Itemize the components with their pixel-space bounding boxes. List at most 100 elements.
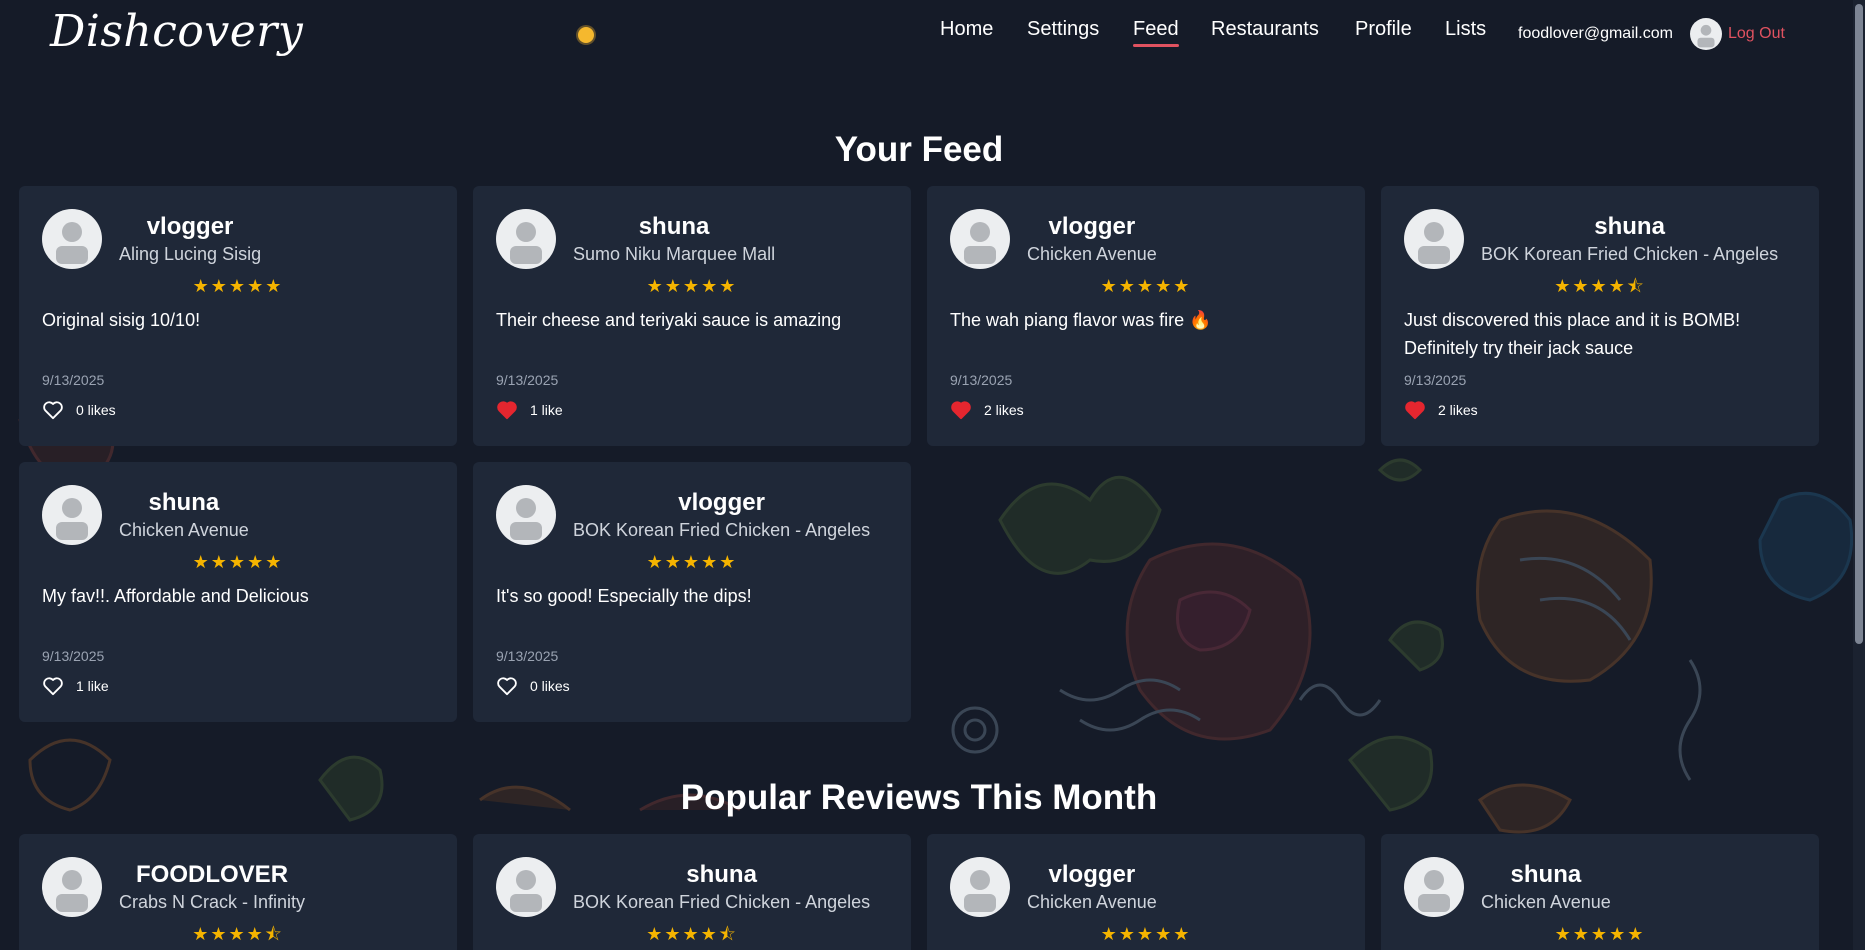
like-count: 0 likes [76, 402, 116, 418]
avatar-icon [510, 498, 542, 540]
restaurant-name[interactable]: BOK Korean Fried Chicken - Angeles [573, 518, 870, 542]
reviewer-name[interactable]: vlogger [1027, 860, 1157, 890]
like-button[interactable] [42, 676, 64, 696]
logout-link[interactable]: Log Out [1728, 25, 1785, 43]
reviewer-name[interactable]: vlogger [1027, 212, 1157, 242]
page-scrollbar[interactable] [1853, 0, 1865, 950]
review-card[interactable]: shuna Chicken Avenue ★★★★★ My fav!!. Afford… [19, 462, 457, 722]
like-button[interactable] [1404, 400, 1426, 420]
reviewer-avatar[interactable] [496, 485, 556, 545]
restaurant-name[interactable]: BOK Korean Fried Chicken - Angeles [573, 890, 870, 914]
feed-title: Your Feed [834, 130, 1004, 169]
like-button[interactable] [496, 400, 518, 420]
reviewer-name[interactable]: FOODLOVER [119, 860, 305, 890]
restaurant-name[interactable]: Crabs N Crack - Infinity [119, 890, 305, 914]
card-header: vlogger BOK Korean Fried Chicken - Angele… [573, 488, 870, 542]
avatar-icon [1418, 870, 1450, 912]
restaurant-name[interactable]: BOK Korean Fried Chicken - Angeles [1481, 242, 1778, 266]
like-row: 1 like [496, 400, 563, 420]
heart-filled-icon [497, 401, 517, 420]
star-rating: ★★★★★ [1100, 924, 1192, 944]
review-card[interactable]: vlogger Chicken Avenue ★★★★★ [927, 834, 1365, 950]
nav-lists[interactable]: Lists [1445, 18, 1486, 41]
star-rating: ★★★★★ [192, 552, 284, 572]
avatar-icon [510, 870, 542, 912]
review-card[interactable]: vlogger Chicken Avenue ★★★★★ The wah piang … [927, 186, 1365, 446]
reviewer-avatar[interactable] [950, 857, 1010, 917]
reviewer-avatar[interactable] [42, 485, 102, 545]
reviewer-avatar[interactable] [1404, 857, 1464, 917]
nav-settings[interactable]: Settings [1027, 18, 1099, 41]
restaurant-name[interactable]: Chicken Avenue [1481, 890, 1611, 914]
review-card[interactable]: vlogger BOK Korean Fried Chicken - Angele… [473, 462, 911, 722]
review-card[interactable]: shuna BOK Korean Fried Chicken - Angeles ★… [1381, 186, 1819, 446]
reviewer-avatar[interactable] [1404, 209, 1464, 269]
popular-title: Popular Reviews This Month [680, 778, 1158, 817]
star-rating: ★★★★⯪ [192, 924, 284, 944]
sun-icon[interactable] [578, 27, 594, 43]
reviewer-name[interactable]: vlogger [119, 212, 261, 242]
reviewer-avatar[interactable] [496, 857, 556, 917]
like-row: 2 likes [1404, 400, 1478, 420]
app-logo[interactable]: Dishcovery [50, 6, 303, 57]
review-card[interactable]: shuna BOK Korean Fried Chicken - Angeles ★… [473, 834, 911, 950]
review-date: 9/13/2025 [1404, 372, 1467, 388]
review-date: 9/13/2025 [496, 648, 559, 664]
reviewer-name[interactable]: shuna [119, 488, 249, 518]
star-rating: ★★★★★ [192, 276, 284, 296]
top-navbar: Dishcovery Home Settings Feed Restaurant… [0, 0, 1865, 72]
reviewer-avatar[interactable] [42, 857, 102, 917]
card-header: shuna Chicken Avenue [1481, 860, 1611, 914]
avatar-icon [1697, 24, 1715, 48]
reviewer-name[interactable]: shuna [573, 212, 775, 242]
reviewer-avatar[interactable] [496, 209, 556, 269]
heart-outline-icon [43, 677, 63, 696]
avatar-icon [56, 222, 88, 264]
review-card[interactable]: vlogger Aling Lucing Sisig ★★★★★ Original s… [19, 186, 457, 446]
like-row: 0 likes [42, 400, 116, 420]
card-header: shuna Sumo Niku Marquee Mall [573, 212, 775, 266]
review-card[interactable]: shuna Chicken Avenue ★★★★★ [1381, 834, 1819, 950]
like-row: 1 like [42, 676, 109, 696]
restaurant-name[interactable]: Chicken Avenue [1027, 242, 1157, 266]
reviewer-name[interactable]: shuna [1481, 212, 1778, 242]
avatar-icon [1418, 222, 1450, 264]
nav-feed[interactable]: Feed [1133, 18, 1179, 47]
reviewer-name[interactable]: shuna [1481, 860, 1611, 890]
like-count: 1 like [530, 402, 563, 418]
card-header: shuna BOK Korean Fried Chicken - Angeles [1481, 212, 1778, 266]
user-avatar[interactable] [1690, 18, 1722, 50]
nav-profile[interactable]: Profile [1355, 18, 1412, 41]
card-header: vlogger Chicken Avenue [1027, 860, 1157, 914]
avatar-icon [964, 870, 996, 912]
like-count: 0 likes [530, 678, 570, 694]
review-text: It's so good! Especially the dips! [496, 586, 752, 606]
review-card[interactable]: shuna Sumo Niku Marquee Mall ★★★★★ Their ch… [473, 186, 911, 446]
restaurant-name[interactable]: Aling Lucing Sisig [119, 242, 261, 266]
avatar-icon [510, 222, 542, 264]
scrollbar-thumb[interactable] [1855, 4, 1863, 644]
card-header: vlogger Aling Lucing Sisig [119, 212, 261, 266]
star-rating: ★★★★★ [646, 276, 738, 296]
review-card[interactable]: FOODLOVER Crabs N Crack - Infinity ★★★★⯪ [19, 834, 457, 950]
star-rating: ★★★★★ [1554, 924, 1646, 944]
avatar-icon [56, 498, 88, 540]
restaurant-name[interactable]: Chicken Avenue [1027, 890, 1157, 914]
review-date: 9/13/2025 [42, 648, 105, 664]
like-count: 1 like [76, 678, 109, 694]
like-button[interactable] [496, 676, 518, 696]
reviewer-avatar[interactable] [42, 209, 102, 269]
avatar-icon [56, 870, 88, 912]
reviewer-name[interactable]: vlogger [573, 488, 870, 518]
restaurant-name[interactable]: Chicken Avenue [119, 518, 249, 542]
reviewer-name[interactable]: shuna [573, 860, 870, 890]
like-button[interactable] [42, 400, 64, 420]
nav-restaurants[interactable]: Restaurants [1211, 18, 1319, 41]
card-header: shuna Chicken Avenue [119, 488, 249, 542]
reviewer-avatar[interactable] [950, 209, 1010, 269]
like-row: 0 likes [496, 676, 570, 696]
like-button[interactable] [950, 400, 972, 420]
nav-home[interactable]: Home [940, 18, 993, 41]
review-text: Just discovered this place and it is BOM… [1404, 310, 1741, 358]
restaurant-name[interactable]: Sumo Niku Marquee Mall [573, 242, 775, 266]
